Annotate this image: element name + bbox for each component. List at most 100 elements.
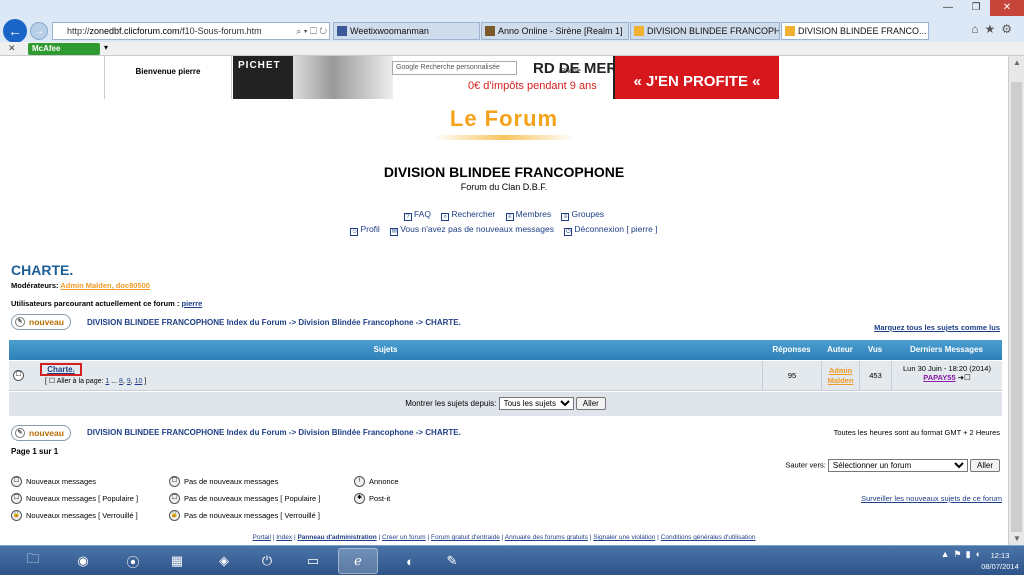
new-topic-button[interactable]: ✎ nouveau — [11, 314, 71, 330]
show-since-go-button[interactable]: Aller — [575, 397, 606, 411]
jump-to-forum: Sauter vers: Sélectionner un forum Aller — [785, 459, 1000, 472]
timezone-note: Toutes les heures sont au format GMT + 2… — [833, 428, 1000, 437]
flag-icon[interactable]: ⚑ — [954, 549, 966, 559]
footer-link[interactable]: Portail — [253, 534, 271, 541]
footer-link[interactable]: Index — [276, 534, 292, 541]
show-since-select[interactable]: Tous les sujets — [498, 397, 574, 411]
nav-primary: ? FAQ ⌕ Rechercher ≡ Membres ≡ Groupes — [0, 209, 1008, 221]
tray-arrow-icon[interactable]: ▲ — [941, 549, 954, 559]
back-button[interactable]: ← — [3, 19, 27, 43]
address-bar[interactable]: http://zonedbf.clicforum.com/f10-Sous-fo… — [52, 22, 330, 40]
close-toolbar-icon[interactable]: ✕ — [8, 43, 16, 54]
legend-label: Pas de nouveaux messages [ Populaire ] — [184, 494, 321, 503]
last-user-link[interactable]: PAPAY55 — [923, 373, 955, 382]
footer-link[interactable]: Signaler une violation — [593, 534, 655, 541]
crumb-parent[interactable]: Division Blindée Francophone — [298, 428, 413, 437]
cell-author[interactable]: Admin Malden — [821, 361, 859, 391]
page-ellipsis: ... — [111, 378, 118, 385]
crumb-sep: -> — [413, 318, 426, 327]
maximize-icon[interactable]: ❐ — [962, 0, 990, 16]
topic-link[interactable]: Charte. — [40, 363, 82, 376]
power-icon[interactable]: ⏻ — [247, 548, 287, 574]
system-tray[interactable]: ▲⚑▮◖ — [941, 549, 984, 560]
calculator-icon[interactable]: ▦ — [157, 548, 197, 574]
page-count: Page 1 sur 1 — [11, 447, 59, 456]
watch-forum-link[interactable]: Surveiller les nouveaux sujets de ce for… — [861, 494, 1002, 503]
tab-label: Weetixwoomanman — [350, 26, 429, 36]
nav-groups[interactable]: ≡ Groupes — [561, 209, 604, 221]
crumb-index[interactable]: DIVISION BLINDEE FRANCOPHONE Index du Fo… — [87, 428, 287, 437]
topics-table: Sujets Réponses Auteur Vus Derniers Mess… — [9, 340, 1002, 419]
scroll-up-icon[interactable]: ▲ — [1013, 58, 1021, 67]
nav-logout[interactable]: ⏻ Déconnexion [ pierre ] — [564, 224, 658, 236]
forum-title[interactable]: CHARTE. — [11, 262, 73, 278]
google-search-input[interactable]: Google Recherche personnalisée — [392, 61, 517, 75]
signal-icon[interactable]: ▮ — [966, 549, 975, 559]
scroll-down-icon[interactable]: ▼ — [1013, 534, 1021, 543]
footer-link[interactable]: Annuaire des forums gratuits — [505, 534, 588, 541]
browser-right-icons[interactable]: ⌂★⚙ — [971, 22, 1018, 36]
nav-logout-label: Déconnexion [ pierre ] — [574, 224, 658, 234]
forward-button[interactable]: → — [30, 22, 48, 40]
moderators-line: Modérateurs: Admin Malden, doc80500 — [11, 281, 150, 290]
close-window-icon[interactable]: ✕ — [990, 0, 1024, 16]
new-topic-button-bottom[interactable]: ✎ nouveau — [11, 425, 71, 441]
clock[interactable]: 12:13 08/07/2014 — [980, 550, 1020, 572]
nav-profile-label: Profil — [360, 224, 380, 234]
nav-profile[interactable]: ☺ Profil — [350, 224, 380, 236]
monitor-icon[interactable]: ▭ — [293, 548, 333, 574]
internet-explorer-icon[interactable]: ℯ — [338, 548, 378, 574]
logout-icon: ⏻ — [564, 228, 573, 236]
advert-banner[interactable]: PICHET Google Recherche personnalisée RD… — [233, 56, 779, 99]
footer-link[interactable]: Forum gratuit d'entraide — [431, 534, 500, 541]
tab-anno[interactable]: Anno Online - Sirène [Realm 1] — [481, 22, 629, 40]
nav-search[interactable]: ⌕ Rechercher — [441, 209, 495, 221]
network-icon[interactable]: ◈ — [204, 548, 244, 574]
address-controls[interactable]: ⌕ ▾ ☐ ↻ — [296, 23, 327, 39]
goto-last-icon[interactable]: ➜☐ — [958, 373, 971, 382]
file-explorer-icon[interactable]: 🗀 — [13, 548, 53, 574]
chevron-down-icon[interactable]: ▾ — [104, 43, 108, 52]
scroll-thumb[interactable] — [1011, 82, 1022, 532]
tab-dbf-2[interactable]: DIVISION BLINDEE FRANCO... — [781, 22, 929, 40]
nav-members[interactable]: ≡ Membres — [505, 209, 551, 221]
legend-no-new: ☐ Pas de nouveaux messages — [169, 476, 278, 487]
browser-chrome: — ❐ ✕ ← → http://zonedbf.clicforum.com/f… — [0, 0, 1024, 43]
crumb-parent[interactable]: Division Blindée Francophone — [298, 318, 413, 327]
crumb-index[interactable]: DIVISION BLINDEE FRANCOPHONE Index du Fo… — [87, 318, 287, 327]
nav-messages[interactable]: ✉ Vous n'avez pas de nouveaux messages — [390, 224, 554, 236]
favorites-icon[interactable]: ★ — [984, 22, 1001, 36]
jump-go-button[interactable]: Aller — [969, 459, 1000, 472]
crumb-current[interactable]: CHARTE. — [425, 318, 461, 327]
teamspeak-icon[interactable]: ◐ — [390, 548, 430, 574]
page-link[interactable]: 8 — [119, 378, 123, 385]
crumb-sep: -> — [286, 428, 299, 437]
footer-link[interactable]: Creer un forum — [382, 534, 426, 541]
jump-select[interactable]: Sélectionner un forum — [827, 459, 968, 472]
home-icon[interactable]: ⌂ — [971, 22, 984, 36]
user-link[interactable]: pierre — [181, 299, 202, 308]
page-scrollbar[interactable]: ▲ ▼ — [1008, 56, 1024, 545]
mcafee-button[interactable]: McAfee — [28, 43, 100, 55]
page-link[interactable]: 9 — [127, 378, 131, 385]
page-link[interactable]: 1 — [105, 378, 109, 385]
crumb-current[interactable]: CHARTE. — [425, 428, 461, 437]
mark-all-read-link[interactable]: Marquez tous les sujets comme lus — [874, 323, 1000, 332]
moderator-links[interactable]: Admin Malden, doc80500 — [60, 281, 150, 290]
minimize-icon[interactable]: — — [934, 0, 962, 16]
ad-cta[interactable]: « J'EN PROFITE « — [615, 56, 779, 99]
jump-label: Sauter vers: — [785, 460, 828, 470]
paint-icon[interactable]: ✎ — [432, 548, 472, 574]
footer-link[interactable]: Conditions générales d'utilisation — [661, 534, 756, 541]
media-icon[interactable]: ⦿ — [113, 548, 153, 574]
settings-icon[interactable]: ⚙ — [1001, 22, 1018, 36]
ad-building-image — [293, 56, 393, 99]
tab-dbf-1[interactable]: DIVISION BLINDEE FRANCOPH... — [630, 22, 780, 40]
app-icon[interactable]: ◉ — [63, 548, 103, 574]
footer-link[interactable]: Panneau d'administration — [297, 534, 376, 541]
tab-weetix[interactable]: Weetixwoomanman — [333, 22, 480, 40]
nav-faq[interactable]: ? FAQ — [403, 209, 431, 221]
forum-logo[interactable]: Le Forum — [0, 106, 1008, 132]
messages-icon: ✉ — [390, 228, 399, 236]
legend-label: Pas de nouveaux messages — [184, 477, 279, 486]
